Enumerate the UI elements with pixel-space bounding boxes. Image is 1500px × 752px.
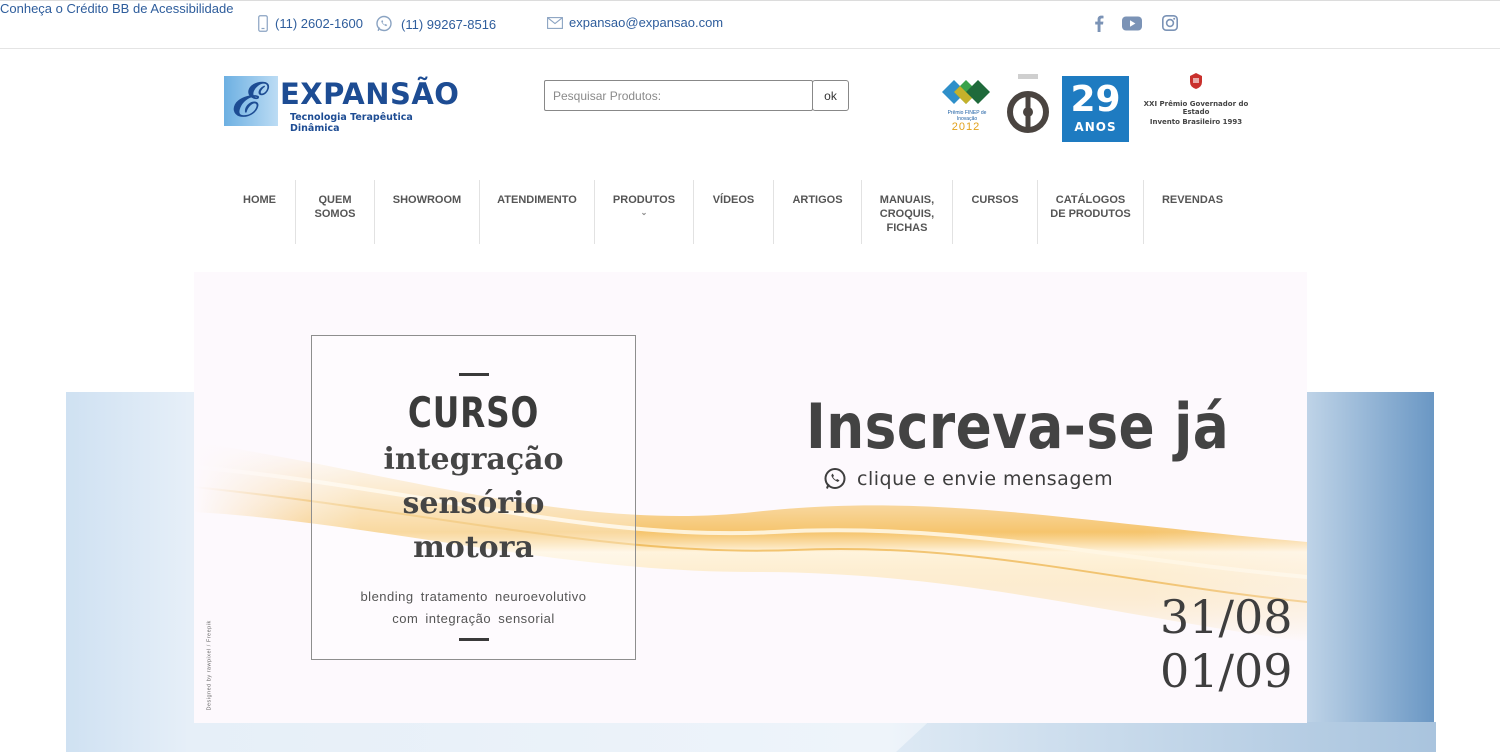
nav-label: REVENDAS [1161, 194, 1224, 206]
governor-award-line2: Invento Brasileiro 1993 [1149, 118, 1243, 126]
course-description: blending tratamento neuroevolutivo com i… [360, 589, 587, 626]
nav-item-showroom[interactable]: SHOWROOM [375, 180, 480, 244]
nav-label: HOME [243, 194, 276, 206]
course-dates: 31/08 01/09 [1160, 590, 1293, 698]
nav-label: SHOWROOM [392, 194, 462, 206]
facebook-icon[interactable] [1088, 12, 1110, 34]
youtube-icon[interactable] [1121, 12, 1143, 34]
top-contact-bar: (11) 2602-1600 (11) 99267-8516 expansao@… [0, 0, 1500, 49]
nav-item-cursos[interactable]: CURSOS [953, 180, 1038, 244]
course-subject: integração sensório motora [383, 442, 564, 565]
finep-year: 2012 [951, 121, 981, 133]
envelope-icon [547, 16, 563, 29]
course-heading: CURSO [407, 388, 540, 437]
state-crest-icon [1190, 73, 1202, 89]
whatsapp-icon [375, 15, 393, 33]
nav-label: PRODUTOS [612, 194, 676, 206]
years-label: ANOS [1074, 120, 1117, 134]
nav-item-quem-somos[interactable]: QUEM SOMOS [296, 180, 375, 244]
banner-wedge [896, 722, 1436, 752]
date-second: 01/09 [1160, 644, 1293, 698]
decorative-bar [458, 373, 489, 376]
nav-label: ATENDIMENTO [497, 194, 577, 206]
wheel-award-badge [1006, 72, 1050, 144]
mobile-phone-icon [258, 15, 268, 32]
nav-item-catalogos[interactable]: CATÁLOGOS DE PRODUTOS [1038, 180, 1144, 244]
nav-item-produtos[interactable]: PRODUTOS ⌄ [595, 180, 694, 244]
finep-diamond-icon [942, 80, 990, 104]
years-number: 29 [1070, 79, 1121, 120]
nav-label: QUEM SOMOS [314, 194, 356, 220]
phone-contact[interactable]: (11) 2602-1600 [258, 15, 363, 32]
phone-number[interactable]: (11) 2602-1600 [275, 16, 363, 31]
product-search-input[interactable] [544, 80, 813, 111]
accessibility-credit-link[interactable]: Conheça o Crédito BB de Acessibilidade [0, 1, 1500, 16]
chevron-down-icon: ⌄ [640, 208, 648, 217]
main-navigation: HOME QUEM SOMOS SHOWROOM ATENDIMENTO PRO… [224, 180, 1241, 244]
nav-label: VÍDEOS [712, 194, 755, 206]
whatsapp-contact[interactable]: (11) 99267-8516 [375, 15, 496, 33]
course-promo-slide[interactable]: CURSO integração sensório motora blendin… [194, 272, 1307, 723]
logo-name: EXPANSÃO [280, 77, 460, 111]
nav-item-manuais[interactable]: MANUAIS, CROQUIS, FICHAS [862, 180, 953, 244]
search-submit-button[interactable]: ok [812, 80, 849, 111]
whatsapp-number[interactable]: (11) 99267-8516 [401, 17, 496, 32]
nav-item-videos[interactable]: VÍDEOS [694, 180, 774, 244]
steering-wheel-icon [1007, 74, 1049, 133]
nav-label: ARTIGOS [792, 194, 843, 206]
logo-tagline: Tecnologia Terapêutica Dinâmica [290, 112, 413, 134]
nav-item-atendimento[interactable]: ATENDIMENTO [480, 180, 595, 244]
finep-award-badge: Prêmio FINEP de Inovação 2012 [940, 78, 992, 138]
nav-label: MANUAIS, CROQUIS, FICHAS [879, 194, 935, 234]
governor-award-badge: XXI Prêmio Governador do Estado Invento … [1136, 70, 1256, 148]
cta-subtitle: clique e envie mensagem [857, 468, 1114, 490]
expansao-logo[interactable]: 𝓔 EXPANSÃO Tecnologia Terapêutica Dinâmi… [224, 72, 460, 134]
image-credit-text: Designed by rawpixel / Freepik [206, 620, 213, 711]
image-credit: Designed by rawpixel / Freepik [202, 620, 213, 715]
email-contact[interactable]: expansao@expansao.com [547, 15, 723, 30]
nav-label: CURSOS [971, 194, 1019, 206]
logo-e-glyph: 𝓔 [230, 72, 258, 128]
29-years-badge: 29 ANOS [1062, 76, 1129, 142]
instagram-icon[interactable] [1159, 12, 1181, 34]
date-first: 31/08 [1160, 590, 1293, 644]
whatsapp-icon [824, 468, 846, 489]
decorative-bar [458, 638, 489, 641]
nav-item-home[interactable]: HOME [224, 180, 296, 244]
nav-item-revendas[interactable]: REVENDAS [1144, 180, 1241, 244]
cta-title[interactable]: Inscreva-se já [806, 390, 1229, 463]
email-address[interactable]: expansao@expansao.com [569, 15, 723, 30]
cta-whatsapp-link[interactable]: clique e envie mensagem [823, 467, 1113, 491]
governor-award-line1: XXI Prêmio Governador do Estado [1143, 100, 1249, 116]
course-info-box: CURSO integração sensório motora blendin… [311, 335, 636, 660]
nav-label: CATÁLOGOS DE PRODUTOS [1050, 194, 1131, 220]
nav-item-artigos[interactable]: ARTIGOS [774, 180, 862, 244]
